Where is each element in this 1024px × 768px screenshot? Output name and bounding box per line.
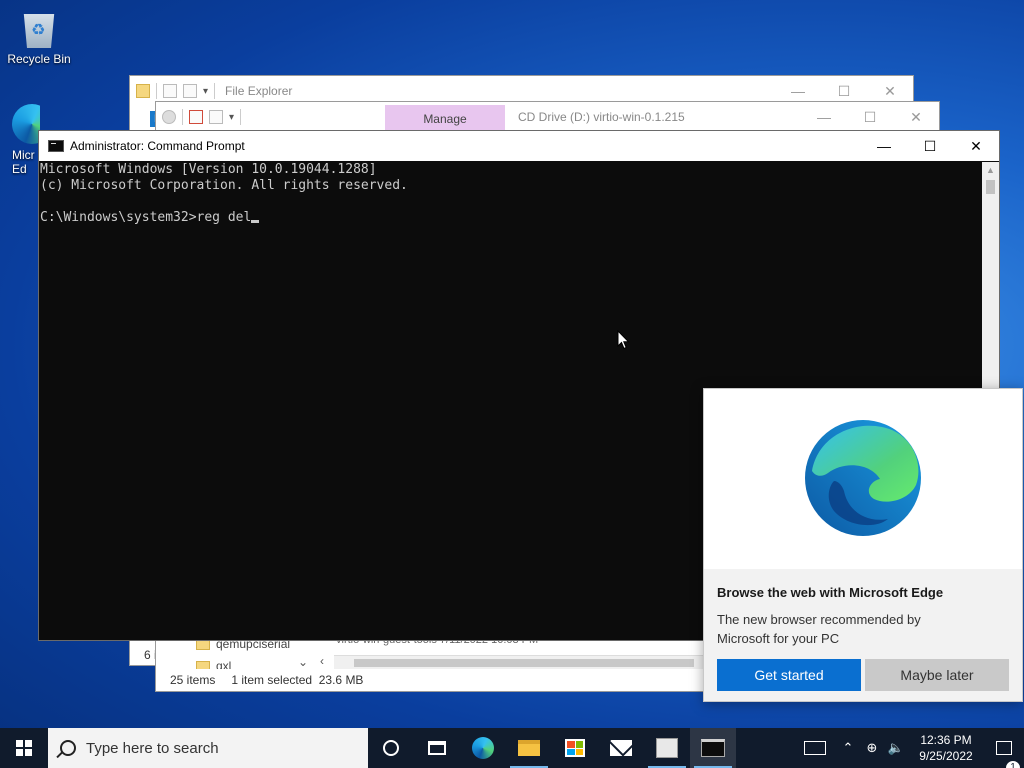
clock-time: 12:36 PM: [920, 733, 972, 747]
mail-icon: [610, 740, 632, 756]
nav-scroll-down-icon[interactable]: ⌄: [298, 655, 308, 669]
taskbar-store[interactable]: [552, 728, 598, 768]
close-button[interactable]: ✕: [893, 102, 939, 132]
customize-toolbar-icon[interactable]: ▾: [229, 112, 234, 123]
taskbar-clock[interactable]: 12:36 PM 9/25/2022: [908, 732, 984, 764]
console-line: Microsoft Windows [Version 10.0.19044.12…: [40, 162, 377, 177]
edge-desktop-label: Micr Ed: [12, 148, 35, 176]
volume-muted-icon[interactable]: 🔈: [884, 740, 908, 756]
new-folder-icon[interactable]: [209, 110, 223, 124]
taskbar-mail[interactable]: [598, 728, 644, 768]
task-view-button[interactable]: [414, 728, 460, 768]
recycle-bin-label: Recycle Bin: [7, 52, 71, 66]
taskbar-search-box[interactable]: Type here to search: [48, 728, 368, 768]
customize-toolbar-icon[interactable]: ▾: [203, 86, 208, 97]
window-title: CD Drive (D:) virtio-win-0.1.215: [518, 110, 685, 124]
console-input: C:\Windows\system32>reg del: [40, 210, 252, 225]
edge-promo-popup: Browse the web with Microsoft Edge The n…: [703, 388, 1023, 702]
quick-access-toolbar: ▾: [130, 83, 216, 99]
folder-icon: [136, 84, 150, 98]
search-placeholder: Type here to search: [86, 739, 219, 757]
taskbar-cd-drive[interactable]: [644, 728, 690, 768]
toolbar-separator: [240, 109, 242, 125]
toolbar-separator: [214, 83, 216, 99]
notification-icon: [996, 741, 1012, 755]
status-bar: 25 items 1 item selected 23.6 MB: [156, 669, 701, 691]
task-view-icon: [428, 741, 446, 755]
status-selection: 1 item selected 23.6 MB: [231, 673, 364, 687]
cortana-button[interactable]: [368, 728, 414, 768]
popup-body: Browse the web with Microsoft Edge The n…: [704, 569, 1022, 701]
edge-logo-icon: [805, 420, 921, 536]
scroll-up-icon[interactable]: ▲: [982, 162, 999, 179]
popup-description: The new browser recommended by Microsoft…: [717, 612, 921, 646]
store-icon: [565, 739, 585, 757]
start-button[interactable]: [0, 728, 48, 768]
new-folder-icon[interactable]: [183, 84, 197, 98]
notification-badge: 1: [1006, 761, 1020, 768]
properties-icon[interactable]: [163, 84, 177, 98]
window-title: File Explorer: [225, 84, 293, 98]
command-prompt-icon: [48, 140, 64, 152]
manage-tab[interactable]: Manage: [385, 105, 505, 132]
recycle-bin-desktop-icon[interactable]: ♻ Recycle Bin: [3, 8, 75, 66]
toolbar-separator: [156, 83, 157, 99]
windows-logo-icon: [16, 740, 32, 756]
recycle-bin-icon: ♻: [23, 14, 55, 48]
taskbar: Type here to search ⌃ ⊕ 🔈 12:36 PM 9/25/…: [0, 728, 1024, 768]
minimize-button[interactable]: —: [861, 131, 907, 161]
maybe-later-button[interactable]: Maybe later: [865, 659, 1009, 691]
clock-date: 9/25/2022: [919, 749, 973, 763]
system-tray: ⌃ ⊕ 🔈 12:36 PM 9/25/2022 1: [804, 728, 1024, 768]
toolbar-separator: [182, 109, 183, 125]
text-cursor: [251, 220, 260, 223]
show-hidden-icons-icon[interactable]: ⌃: [836, 740, 860, 756]
quick-access-toolbar: ▾: [156, 109, 242, 125]
edge-icon: [472, 737, 494, 759]
cd-drive-icon: [656, 738, 678, 758]
scroll-left-icon[interactable]: ‹: [320, 654, 324, 668]
maximize-button[interactable]: ☐: [907, 131, 953, 161]
scrollbar-thumb[interactable]: [354, 659, 694, 667]
edge-desktop-icon[interactable]: Micr Ed: [0, 104, 40, 176]
search-icon: [60, 740, 76, 756]
minimize-button[interactable]: —: [801, 102, 847, 132]
command-prompt-icon: [701, 739, 725, 757]
caption-buttons: — ☐ ✕: [861, 131, 999, 161]
status-item-count: 25 items: [170, 673, 216, 687]
close-button[interactable]: ✕: [953, 131, 999, 161]
cmd-titlebar[interactable]: Administrator: Command Prompt — ☐ ✕: [39, 131, 999, 161]
taskbar-file-explorer[interactable]: [506, 728, 552, 768]
status-size: 23.6 MB: [318, 673, 364, 687]
popup-heading: Browse the web with Microsoft Edge: [717, 585, 944, 600]
taskbar-command-prompt[interactable]: [690, 728, 736, 768]
get-started-button[interactable]: Get started: [717, 659, 861, 691]
horizontal-scrollbar[interactable]: [334, 655, 719, 669]
taskbar-edge[interactable]: [460, 728, 506, 768]
console-line: (c) Microsoft Corporation. All rights re…: [40, 178, 408, 193]
cortana-icon: [383, 740, 399, 756]
touch-keyboard-icon[interactable]: [804, 741, 826, 755]
maximize-button[interactable]: ☐: [847, 102, 893, 132]
popup-hero: [704, 389, 1022, 569]
edge-icon: [12, 104, 40, 144]
network-icon[interactable]: ⊕: [860, 740, 884, 756]
cd-drive-icon: [162, 110, 176, 124]
console-prompt-line[interactable]: C:\Windows\system32>reg del: [40, 210, 982, 226]
action-center-button[interactable]: 1: [984, 741, 1024, 768]
scrollbar-thumb[interactable]: [986, 180, 995, 194]
caption-buttons: — ☐ ✕: [801, 102, 939, 132]
properties-icon[interactable]: [189, 110, 203, 124]
window-title: Administrator: Command Prompt: [70, 139, 245, 153]
file-explorer-icon: [518, 740, 540, 756]
